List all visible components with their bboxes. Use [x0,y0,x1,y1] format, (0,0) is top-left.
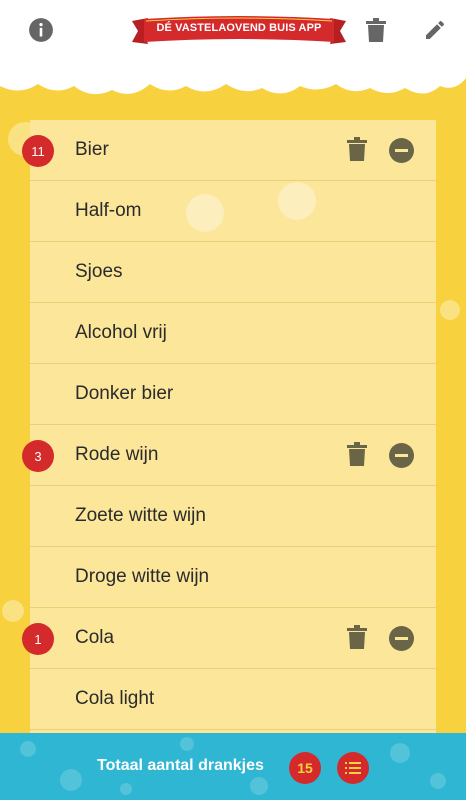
list-icon [345,762,361,774]
clear-all-button[interactable] [362,16,390,44]
drink-label: Alcohol vrij [75,322,167,343]
drink-row-half-om[interactable]: Half-om [30,181,436,242]
app-header: DÉ VASTELAOVEND BUIS APP [0,0,466,64]
drink-row-alcohol-vrij[interactable]: Alcohol vrij [30,303,436,364]
drink-label: Sjoes [75,261,123,282]
banner-title: DÉ VASTELAOVEND BUIS APP [156,22,322,34]
drink-label: Cola light [75,688,155,709]
decrement-button[interactable] [389,626,414,651]
bubble-decoration [390,743,410,763]
trash-icon [366,18,386,42]
drink-label: Droge witte wijn [75,566,210,587]
decrement-button[interactable] [389,138,414,163]
trash-icon [347,137,367,161]
minus-circle-icon [389,626,414,651]
total-label: Totaal aantal drankjes [97,757,264,774]
decrement-button[interactable] [389,443,414,468]
minus-circle-icon [389,443,414,468]
remove-drink-button[interactable] [347,137,371,163]
app-banner: DÉ VASTELAOVEND BUIS APP [132,15,346,49]
drink-row-sjoes[interactable]: Sjoes [30,242,436,303]
drink-label: Zoete witte wijn [75,505,206,526]
overview-list-button[interactable] [337,752,369,784]
drink-row-cola[interactable]: Cola [30,608,436,669]
bubble-decoration [60,769,82,791]
total-count-badge: 15 [289,752,321,784]
drink-label: Bier [75,139,109,160]
drink-count-badge: 3 [22,440,54,472]
drink-row-cola-light[interactable]: Cola light [30,669,436,730]
edit-button[interactable] [421,16,449,44]
drink-count-badge: 11 [22,135,54,167]
trash-icon [347,625,367,649]
info-icon [29,18,53,42]
drink-row-zoete-witte-wijn[interactable]: Zoete witte wijn [30,486,436,547]
drink-label: Donker bier [75,383,174,404]
drink-label: Rode wijn [75,444,159,465]
info-button[interactable] [27,16,55,44]
bubble-decoration [440,300,460,320]
drink-row-droge-witte-wijn[interactable]: Droge witte wijn [30,547,436,608]
total-footer: Totaal aantal drankjes 15 [0,733,466,800]
bubble-decoration [180,737,194,751]
drink-row-rode-wijn[interactable]: Rode wijn [30,425,436,486]
drink-row-donker-bier[interactable]: Donker bier [30,364,436,425]
drinks-list: Bier Half-om Sjoes Alcohol vrij Donker b… [30,120,436,740]
drink-row-bier[interactable]: Bier [30,120,436,181]
remove-drink-button[interactable] [347,625,371,651]
pencil-icon [426,20,445,39]
drink-count-badge: 1 [22,623,54,655]
drink-label: Half-om [75,200,142,221]
bubble-decoration [430,773,446,789]
minus-circle-icon [389,138,414,163]
bubble-decoration [20,741,36,757]
bubble-decoration [2,600,24,622]
remove-drink-button[interactable] [347,442,371,468]
trash-icon [347,442,367,466]
drink-label: Cola [75,627,115,648]
bubble-decoration [250,777,268,795]
bubble-decoration [120,783,132,795]
